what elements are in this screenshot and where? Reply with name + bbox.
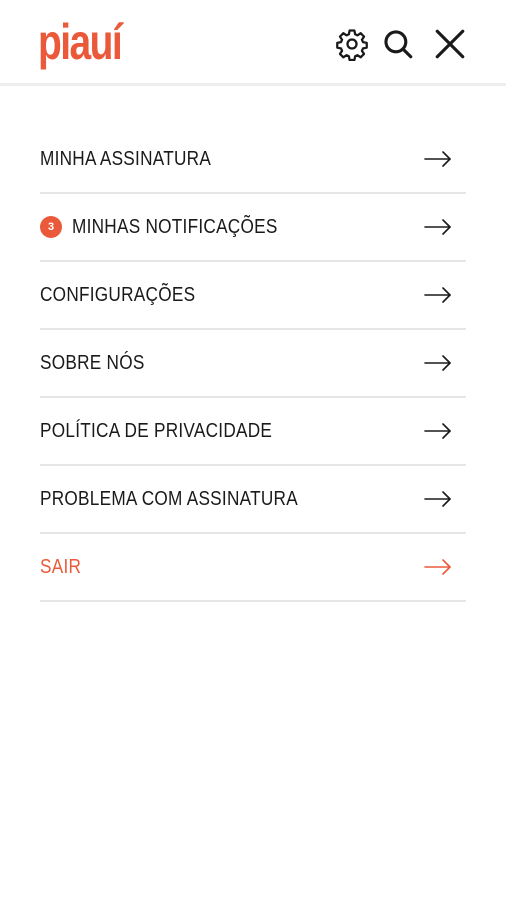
arrow-right-icon: [424, 287, 451, 303]
app-header: piauí: [0, 0, 506, 86]
arrow-right-icon: [424, 219, 451, 235]
arrow-right-icon: [424, 491, 451, 507]
menu-item-sobre-nos[interactable]: SOBRE NÓS: [40, 330, 466, 398]
menu-item-sair[interactable]: SAIR: [40, 534, 466, 602]
arrow-right-icon: [424, 355, 451, 371]
piaui-logo[interactable]: piauí: [38, 12, 123, 72]
account-menu: MINHA ASSINATURA 3 MINHAS NOTIFICAÇÕES C…: [40, 126, 466, 602]
arrow-right-icon: [424, 559, 451, 575]
menu-item-minhas-notificacoes[interactable]: 3 MINHAS NOTIFICAÇÕES: [40, 194, 466, 262]
arrow-right-icon: [424, 423, 451, 439]
menu-item-minha-assinatura[interactable]: MINHA ASSINATURA: [40, 126, 466, 194]
menu-item-label: SOBRE NÓS: [40, 351, 145, 374]
menu-item-label: CONFIGURAÇÕES: [40, 283, 196, 306]
menu-item-label: MINHAS NOTIFICAÇÕES: [72, 215, 278, 238]
menu-item-label: SAIR: [40, 555, 82, 578]
menu-item-configuracoes[interactable]: CONFIGURAÇÕES: [40, 262, 466, 330]
arrow-right-icon: [424, 151, 451, 167]
menu-item-label: MINHA ASSINATURA: [40, 147, 212, 170]
settings-gear-icon[interactable]: [332, 24, 372, 64]
search-icon[interactable]: [378, 24, 418, 64]
menu-item-politica-de-privacidade[interactable]: POLÍTICA DE PRIVACIDADE: [40, 398, 466, 466]
menu-item-label: POLÍTICA DE PRIVACIDADE: [40, 419, 273, 442]
menu-item-label: PROBLEMA COM ASSINATURA: [40, 487, 298, 510]
close-icon[interactable]: [430, 24, 470, 64]
menu-item-problema-com-assinatura[interactable]: PROBLEMA COM ASSINATURA: [40, 466, 466, 534]
notification-count-badge: 3: [40, 216, 62, 238]
